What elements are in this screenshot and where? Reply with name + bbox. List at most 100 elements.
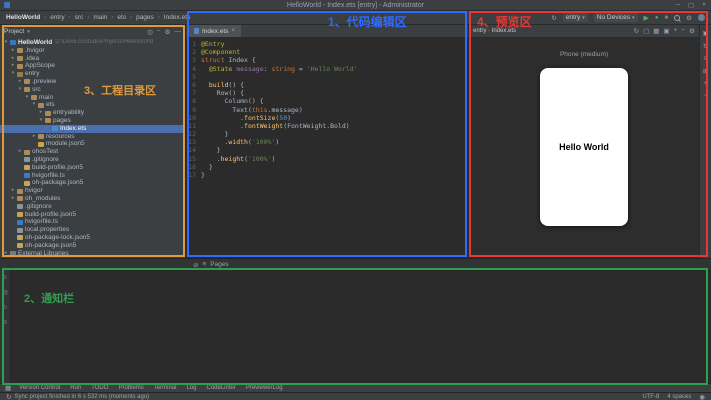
tree-item[interactable]: build-profile.json5 <box>0 164 185 172</box>
expand-arrow-icon[interactable]: ▸ <box>17 78 23 86</box>
rotate-icon[interactable]: ↻ <box>703 43 708 50</box>
breadcrumb-item[interactable]: src <box>75 14 84 21</box>
breadcrumb-item[interactable]: pages <box>136 14 154 21</box>
tool-window-button-problems[interactable]: Problems <box>118 385 143 391</box>
minimize-button[interactable]: – <box>676 1 680 9</box>
tree-item[interactable]: oh-package.json5 <box>0 179 185 187</box>
project-panel-title[interactable]: Project <box>4 28 24 35</box>
close-button[interactable]: × <box>702 1 706 9</box>
tree-item[interactable]: ▸ oh_modules <box>0 195 185 203</box>
tree-item[interactable]: ▸ AppScope <box>0 62 185 70</box>
locate-icon[interactable]: ◎ <box>147 28 153 36</box>
expand-arrow-icon[interactable]: ▸ <box>10 62 16 70</box>
collapse-arrow-icon[interactable]: ▾ <box>3 39 9 47</box>
tree-item[interactable]: .gitignore <box>0 203 185 211</box>
tree-item[interactable]: ▸ hvigor <box>0 187 185 195</box>
zoom-out-icon[interactable]: − <box>704 93 708 99</box>
inspector-icon[interactable]: ▣ <box>663 27 669 35</box>
breadcrumb-item[interactable]: entry <box>50 14 64 21</box>
zoom-in-icon[interactable]: + <box>704 81 708 87</box>
device-select[interactable]: No Devices ▾ <box>593 13 638 22</box>
tree-item[interactable]: Index.ets <box>0 124 185 133</box>
notifications-icon[interactable]: ◉ <box>699 393 705 400</box>
breadcrumb-item[interactable]: main <box>93 14 107 21</box>
tree-item[interactable]: hvigorfile.ts <box>0 172 185 180</box>
editor-tab-index-ets[interactable]: Index.ets × <box>188 25 241 37</box>
expand-arrow-icon[interactable]: ▸ <box>17 148 23 156</box>
settings-icon[interactable]: ⚙ <box>689 27 695 35</box>
tool-window-button-log[interactable]: Log <box>186 385 196 391</box>
orientation-icon[interactable]: ▢ <box>643 27 649 35</box>
tree-item[interactable]: ▸ entryability <box>0 109 185 117</box>
expand-arrow-icon[interactable]: ▸ <box>10 195 16 203</box>
expand-arrow-icon[interactable]: ▸ <box>10 47 16 55</box>
breadcrumb-item[interactable]: ets <box>117 14 126 21</box>
collapse-arrow-icon[interactable]: ▾ <box>38 117 44 125</box>
tool-window-button-terminal[interactable]: Terminal <box>154 385 177 391</box>
collapse-arrow-icon[interactable]: ▾ <box>17 86 23 94</box>
zoom-in-icon[interactable]: + <box>674 27 678 35</box>
refresh-icon[interactable]: ↻ <box>634 27 639 35</box>
tool-window-button-codelinter[interactable]: CodeLinter <box>206 385 235 391</box>
run-config-select[interactable]: entry ▾ <box>562 13 588 22</box>
maximize-button[interactable]: ▢ <box>688 1 694 9</box>
indent-indicator[interactable]: 4 spaces <box>667 394 691 400</box>
code-area[interactable]: 1 @Entry 2 @Component 3 struct Index {4 @Stat… <box>186 38 468 258</box>
pin-icon[interactable]: ▤ <box>2 289 8 296</box>
tree-item[interactable]: ▾ main <box>0 94 185 102</box>
tree-item[interactable]: ▸ .hvigor <box>0 47 185 55</box>
tree-item[interactable]: oh-package-lock.json5 <box>0 234 185 242</box>
list-icon[interactable]: ≡ <box>202 261 206 269</box>
history-icon[interactable]: ↻ <box>2 304 7 311</box>
expand-arrow-icon[interactable]: ▸ <box>3 250 9 258</box>
encoding-indicator[interactable]: UTF-8 <box>642 394 659 400</box>
breadcrumb-item[interactable]: HelloWorld <box>6 14 40 21</box>
zoom-out-icon[interactable]: − <box>681 27 685 35</box>
tree-item[interactable]: local.properties <box>0 226 185 234</box>
tree-item[interactable]: module.json5 <box>0 140 185 148</box>
expand-arrow-icon[interactable]: ▸ <box>31 133 37 141</box>
sync-project-icon[interactable]: ↻ <box>551 14 556 22</box>
stop-button[interactable]: ■ <box>665 15 669 21</box>
list-icon[interactable]: ≡ <box>3 275 7 281</box>
settings-icon[interactable]: ⚙ <box>686 14 692 22</box>
run-button[interactable]: ▶ <box>644 14 649 22</box>
clear-icon[interactable]: ⊘ <box>2 319 7 326</box>
tool-window-button-previewerlog[interactable]: PreviewerLog <box>246 385 283 391</box>
expand-arrow-icon[interactable]: ▸ <box>10 55 16 63</box>
tree-item[interactable]: ▸ resources <box>0 133 185 141</box>
tree-item[interactable]: ▸ External Libraries <box>0 250 185 258</box>
hide-panel-icon[interactable]: — <box>175 28 182 36</box>
tree-item[interactable]: ▸ ohosTest <box>0 148 185 156</box>
blocked-icon[interactable]: ⊘ <box>193 261 198 269</box>
grid-icon[interactable]: ▦ <box>653 27 659 35</box>
pages-label[interactable]: Pages <box>210 261 228 268</box>
tree-item[interactable]: ▾ HelloWorld D:\DevEcoStudioProjects\Hello… <box>0 39 185 47</box>
expand-arrow-icon[interactable]: ▸ <box>38 109 44 117</box>
tree-item[interactable]: ▸ .idea <box>0 55 185 63</box>
tool-window-button-todo[interactable]: TODO <box>91 385 108 391</box>
component-tree-icon[interactable]: ≡ <box>704 56 708 62</box>
multi-preview-icon[interactable]: ⊞ <box>703 68 708 75</box>
tree-item[interactable]: ▾ ets <box>0 101 185 109</box>
breadcrumb-item[interactable]: Index.ets <box>164 14 190 21</box>
tree-item[interactable]: hvigorfile.ts <box>0 218 185 226</box>
collapse-arrow-icon[interactable]: ▾ <box>10 70 16 78</box>
tree-item[interactable]: ▾ src <box>0 86 185 94</box>
previewer-tab[interactable]: entry · Index.ets <box>473 28 516 34</box>
collapse-arrow-icon[interactable]: ▾ <box>24 94 30 102</box>
tree-item[interactable]: .gitignore <box>0 156 185 164</box>
close-tab-icon[interactable]: × <box>231 28 235 34</box>
collapse-arrow-icon[interactable]: ▾ <box>31 101 37 109</box>
collapse-all-icon[interactable]: − <box>157 28 161 36</box>
tree-item[interactable]: ▾ entry <box>0 70 185 78</box>
tree-item[interactable]: build-profile.json5 <box>0 211 185 219</box>
tool-window-button-run[interactable]: Run <box>70 385 81 391</box>
settings-icon[interactable]: ⚙ <box>165 28 171 36</box>
tree-item[interactable]: oh-package.json5 <box>0 242 185 250</box>
inspector-icon[interactable]: ▣ <box>703 30 709 37</box>
debug-button[interactable]: ● <box>655 15 659 21</box>
tree-item[interactable]: ▾ pages <box>0 117 185 125</box>
tool-windows-icon[interactable]: ▦ <box>5 384 11 392</box>
tree-item[interactable]: ▸ .preview <box>0 78 185 86</box>
